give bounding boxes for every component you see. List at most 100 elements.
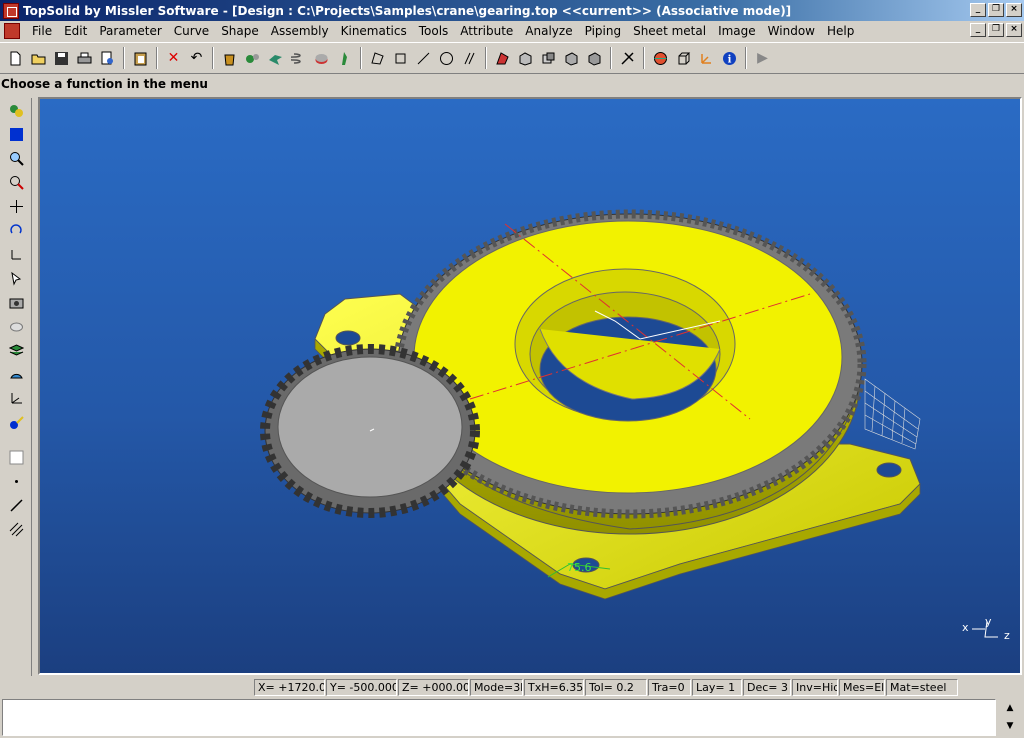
app-icon[interactable] (3, 2, 19, 19)
select-icon[interactable] (2, 267, 30, 290)
doc-close-button[interactable]: × (1006, 23, 1022, 37)
bucket-icon[interactable] (218, 47, 241, 70)
line-style-icon[interactable] (2, 494, 30, 517)
menu-help[interactable]: Help (821, 24, 860, 38)
toolbar-separator (360, 47, 362, 69)
circle-icon[interactable] (435, 47, 458, 70)
shape-extrude-icon[interactable] (514, 47, 537, 70)
print-preview-icon[interactable] (96, 47, 119, 70)
menu-bar: File Edit Parameter Curve Shape Assembly… (0, 21, 1024, 41)
menu-shape[interactable]: Shape (215, 24, 265, 38)
rotate-icon[interactable] (2, 219, 30, 242)
menu-file[interactable]: File (26, 24, 58, 38)
coordinate-system-icon[interactable] (2, 387, 30, 410)
pan-icon[interactable] (2, 195, 30, 218)
status-lay[interactable]: Lay= 1 (692, 679, 742, 696)
more-tools-icon[interactable]: ▶ (751, 47, 774, 70)
line-icon[interactable] (412, 47, 435, 70)
delete-icon[interactable]: ✕ (162, 47, 185, 70)
status-tra[interactable]: Tra=0 (648, 679, 691, 696)
command-input-area[interactable] (2, 699, 996, 736)
shape-red-icon[interactable] (491, 47, 514, 70)
command-scroll[interactable]: ▲ ▼ (998, 699, 1022, 736)
print-icon[interactable] (73, 47, 96, 70)
document-icon[interactable] (4, 23, 20, 39)
shape-box-icon[interactable] (583, 47, 606, 70)
status-mode[interactable]: Mode=3D (470, 679, 523, 696)
menu-curve[interactable]: Curve (168, 24, 215, 38)
menu-analyze[interactable]: Analyze (519, 24, 578, 38)
white-square-icon[interactable] (2, 446, 30, 469)
toolbar-separator (610, 47, 612, 69)
pinion-gear[interactable] (260, 344, 480, 518)
scroll-down-icon[interactable]: ▼ (998, 717, 1022, 735)
status-txh[interactable]: TxH=6.35 (524, 679, 584, 696)
menu-assembly[interactable]: Assembly (265, 24, 335, 38)
axis-view-icon[interactable] (2, 243, 30, 266)
rectangle-icon[interactable] (389, 47, 412, 70)
disc-icon[interactable] (310, 47, 333, 70)
toolbar-separator (643, 47, 645, 69)
shape-boolean-icon[interactable] (537, 47, 560, 70)
doc-minimize-button[interactable]: _ (970, 23, 986, 37)
new-icon[interactable] (4, 47, 27, 70)
toolbar-separator (745, 47, 747, 69)
cube-icon[interactable] (672, 47, 695, 70)
menu-parameter[interactable]: Parameter (93, 24, 167, 38)
menu-attribute[interactable]: Attribute (454, 24, 519, 38)
close-button[interactable]: × (1006, 3, 1022, 17)
coordinate-icon[interactable] (695, 47, 718, 70)
shape-cut-icon[interactable] (560, 47, 583, 70)
info-icon[interactable]: i (718, 47, 741, 70)
assembly-icon[interactable] (241, 47, 264, 70)
point-icon[interactable] (2, 470, 30, 493)
menu-piping[interactable]: Piping (579, 24, 627, 38)
toolbar-separator (156, 47, 158, 69)
menu-image[interactable]: Image (712, 24, 762, 38)
status-dec[interactable]: Dec= 3 (743, 679, 791, 696)
clipboard-icon[interactable] (129, 47, 152, 70)
polygon-icon[interactable] (366, 47, 389, 70)
cloud-icon[interactable] (2, 315, 30, 338)
status-mes[interactable]: Mes=Elt (839, 679, 885, 696)
ring-gear[interactable] (393, 209, 867, 535)
figure-icon[interactable] (333, 47, 356, 70)
mesh-grid (864, 378, 921, 450)
status-tol[interactable]: Tol= 0.2 (585, 679, 647, 696)
layers-icon[interactable] (2, 339, 30, 362)
minimize-button[interactable]: _ (970, 3, 986, 17)
shaded-view-icon[interactable] (2, 99, 30, 122)
status-mat[interactable]: Mat=steel (886, 679, 958, 696)
main-toolbar: ✕ ↶ i ▶ (0, 42, 1024, 74)
left-toolbar-gap (0, 435, 31, 445)
menu-edit[interactable]: Edit (58, 24, 93, 38)
zoom-window-icon[interactable] (2, 171, 30, 194)
color-square-icon[interactable] (2, 123, 30, 146)
graphics-viewport[interactable]: 75.6 x y z (38, 97, 1022, 675)
camera-icon[interactable] (2, 291, 30, 314)
color-pencil-icon[interactable] (2, 411, 30, 434)
undo-icon[interactable]: ↶ (185, 47, 208, 70)
left-toolbar (0, 98, 32, 676)
parallel-lines-icon[interactable] (458, 47, 481, 70)
spring-icon[interactable] (287, 47, 310, 70)
maximize-button[interactable]: ❐ (988, 3, 1004, 17)
measure-icon[interactable] (616, 47, 639, 70)
hatch-icon[interactable] (2, 518, 30, 541)
menu-sheet-metal[interactable]: Sheet metal (627, 24, 712, 38)
zoom-icon[interactable] (2, 147, 30, 170)
scroll-up-icon[interactable]: ▲ (998, 699, 1022, 717)
menu-kinematics[interactable]: Kinematics (335, 24, 413, 38)
save-icon[interactable] (50, 47, 73, 70)
axis-triad: x y z (962, 615, 1010, 642)
globe-icon[interactable] (649, 47, 672, 70)
status-inv[interactable]: Inv=Hid (792, 679, 838, 696)
open-icon[interactable] (27, 47, 50, 70)
gear-assembly-model[interactable]: 75.6 x y z (40, 99, 1020, 673)
menu-tools[interactable]: Tools (413, 24, 455, 38)
doc-restore-button[interactable]: ❐ (988, 23, 1004, 37)
menu-window[interactable]: Window (762, 24, 821, 38)
bird-icon[interactable] (264, 47, 287, 70)
hat-icon[interactable] (2, 363, 30, 386)
status-z: Z= +000.000 (398, 679, 469, 696)
